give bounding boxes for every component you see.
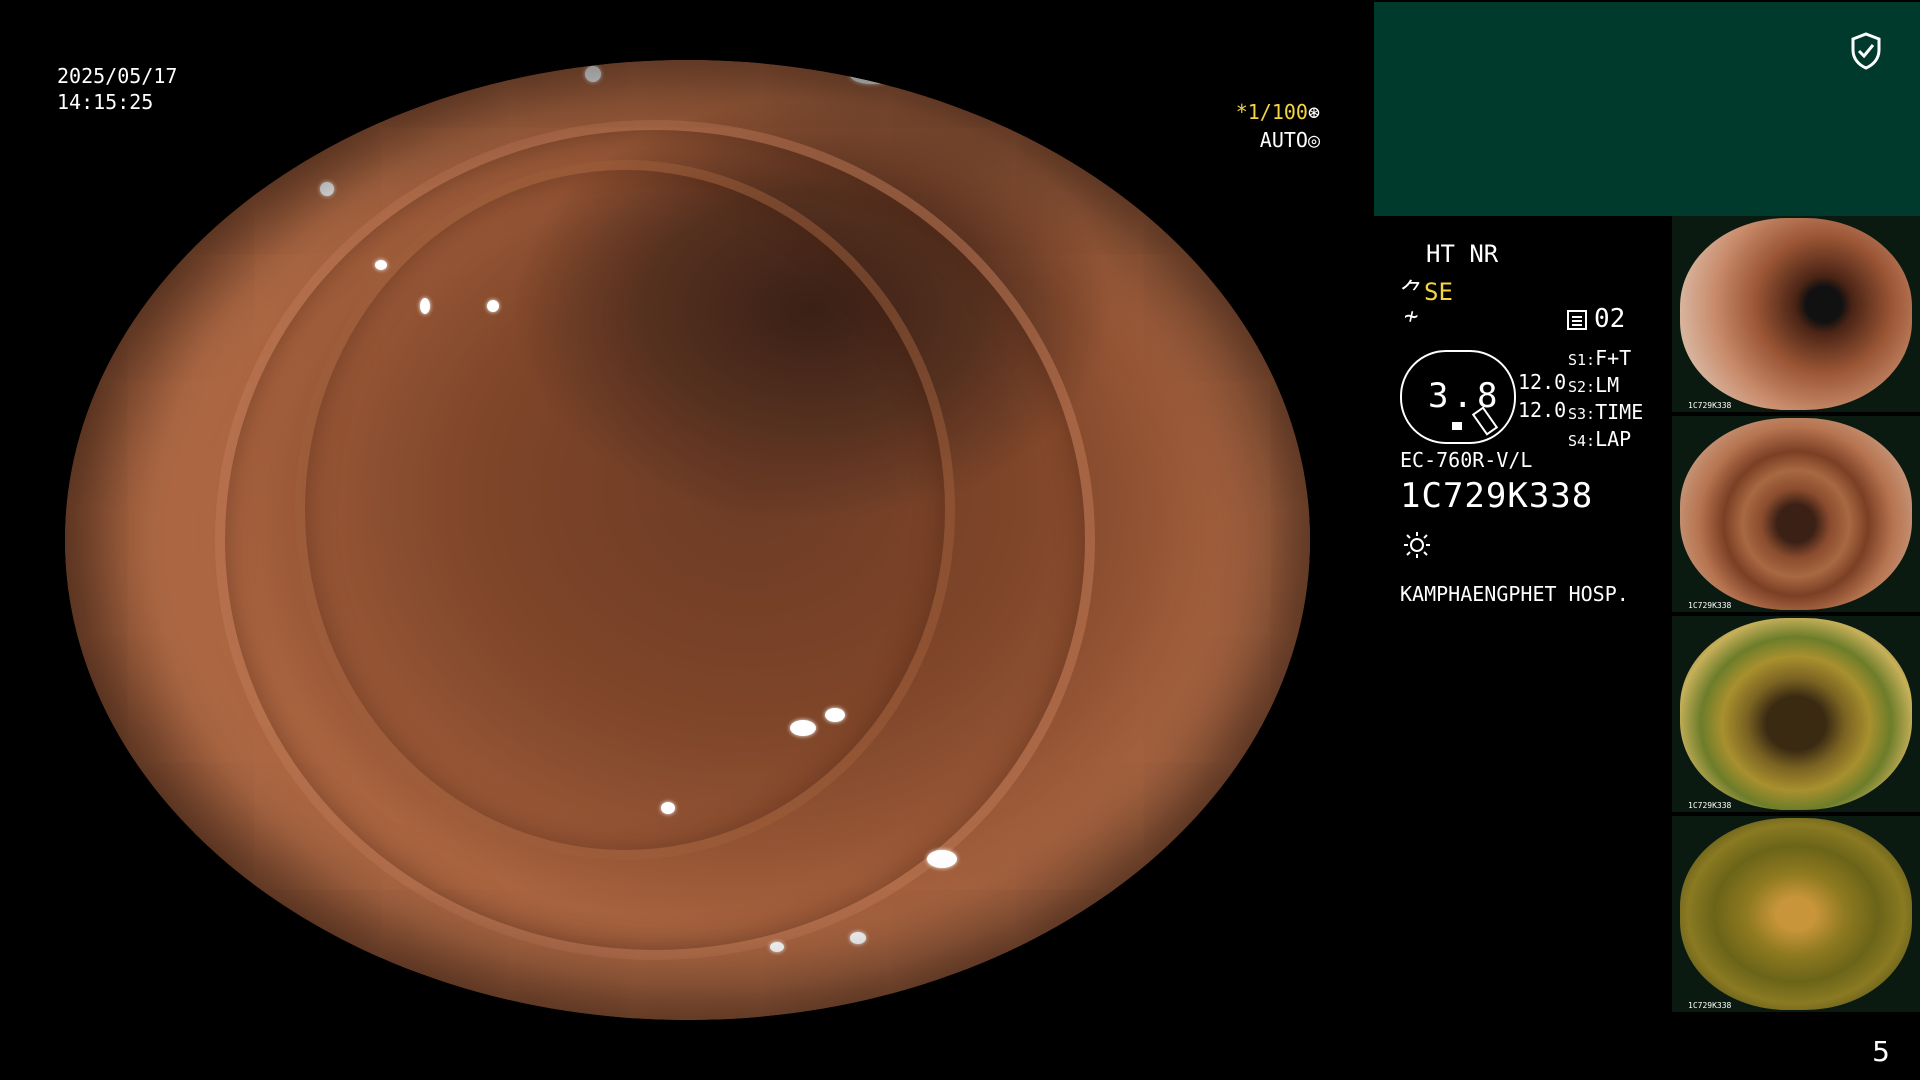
endoscopy-screen: 2025/05/17 14:15:25 *1/100⊛ AUTO◎ HT NR … [0, 0, 1920, 1080]
se-label: SE [1424, 278, 1453, 306]
thumbnail[interactable]: 1C729K338 [1672, 416, 1920, 612]
thumbnail-image [1680, 818, 1912, 1010]
thumbnail-image [1680, 218, 1912, 410]
switch-label: S3: [1568, 405, 1596, 423]
light-reflection [460, 68, 478, 80]
hospital-name: KAMPHAENGPHET HOSP. [1400, 582, 1629, 606]
gauge-marker [1452, 422, 1462, 430]
scope-serial: 1C729K338 [1400, 476, 1594, 516]
ht-nr-label: HT NR [1426, 240, 1499, 268]
thumbnail-image [1680, 618, 1912, 810]
thumbnail-caption: 1C729K338 [1688, 1001, 1732, 1010]
page-number: 5 [1872, 1035, 1890, 1068]
switch-row: S3:TIME [1568, 400, 1643, 427]
exposure-display: *1/100⊛ AUTO◎ [1236, 98, 1320, 154]
brightness-gauge: 3.8 [1400, 350, 1516, 444]
shutter-icon: ⊛ [1307, 100, 1320, 124]
switch-value: LAP [1595, 427, 1632, 451]
enhancement-icon: ≁ [1404, 302, 1419, 330]
thumbnail[interactable]: 1C729K338 [1672, 216, 1920, 412]
record-count: 02 [1594, 304, 1626, 334]
gauge-num-1: 12.0 [1518, 370, 1567, 394]
light-icon [1404, 532, 1430, 558]
switch-value: TIME [1595, 400, 1644, 424]
switch-assignments: S1:F+T S2:LM S3:TIME S4:LAP [1568, 346, 1643, 454]
endoscopic-image [65, 60, 1310, 1020]
switch-value: LM [1595, 373, 1620, 397]
shutter-speed: *1/100 [1235, 100, 1308, 124]
date-text: 2025/05/17 [57, 64, 178, 88]
switch-label: S4: [1568, 432, 1596, 450]
record-icon [1567, 310, 1587, 330]
datetime-display: 2025/05/17 14:15:25 [57, 63, 177, 115]
thumbnail-caption: 1C729K338 [1688, 801, 1732, 810]
switch-label: S1: [1568, 351, 1596, 369]
switch-row: S4:LAP [1568, 427, 1643, 454]
time-text: 14:15:25 [57, 90, 154, 114]
auto-iris-icon: ◎ [1307, 128, 1320, 152]
gauge-num-2: 12.0 [1518, 398, 1567, 422]
thumbnail[interactable]: 1C729K338 [1672, 616, 1920, 812]
captured-thumbnails: 1C729K338 1C729K338 1C729K338 1C729K338 [1672, 216, 1920, 1016]
scope-model: EC-760R-V/L [1400, 448, 1533, 472]
switch-label: S2: [1568, 378, 1596, 396]
thumbnail-caption: 1C729K338 [1688, 601, 1732, 610]
gauge-numbers: 12.0 12.0 [1518, 368, 1566, 424]
scope-vignette [65, 60, 1310, 1020]
switch-row: S1:F+T [1568, 346, 1643, 373]
thumbnail-image [1680, 418, 1912, 610]
switch-row: S2:LM [1568, 373, 1643, 400]
exposure-mode: AUTO [1259, 128, 1308, 152]
thumbnail-caption: 1C729K338 [1688, 401, 1732, 410]
gauge-value: 3.8 [1428, 376, 1502, 416]
shield-check-icon [1851, 32, 1881, 70]
thumbnail[interactable]: 1C729K338 [1672, 816, 1920, 1012]
reference-panel [1374, 2, 1920, 216]
switch-value: F+T [1595, 346, 1632, 370]
